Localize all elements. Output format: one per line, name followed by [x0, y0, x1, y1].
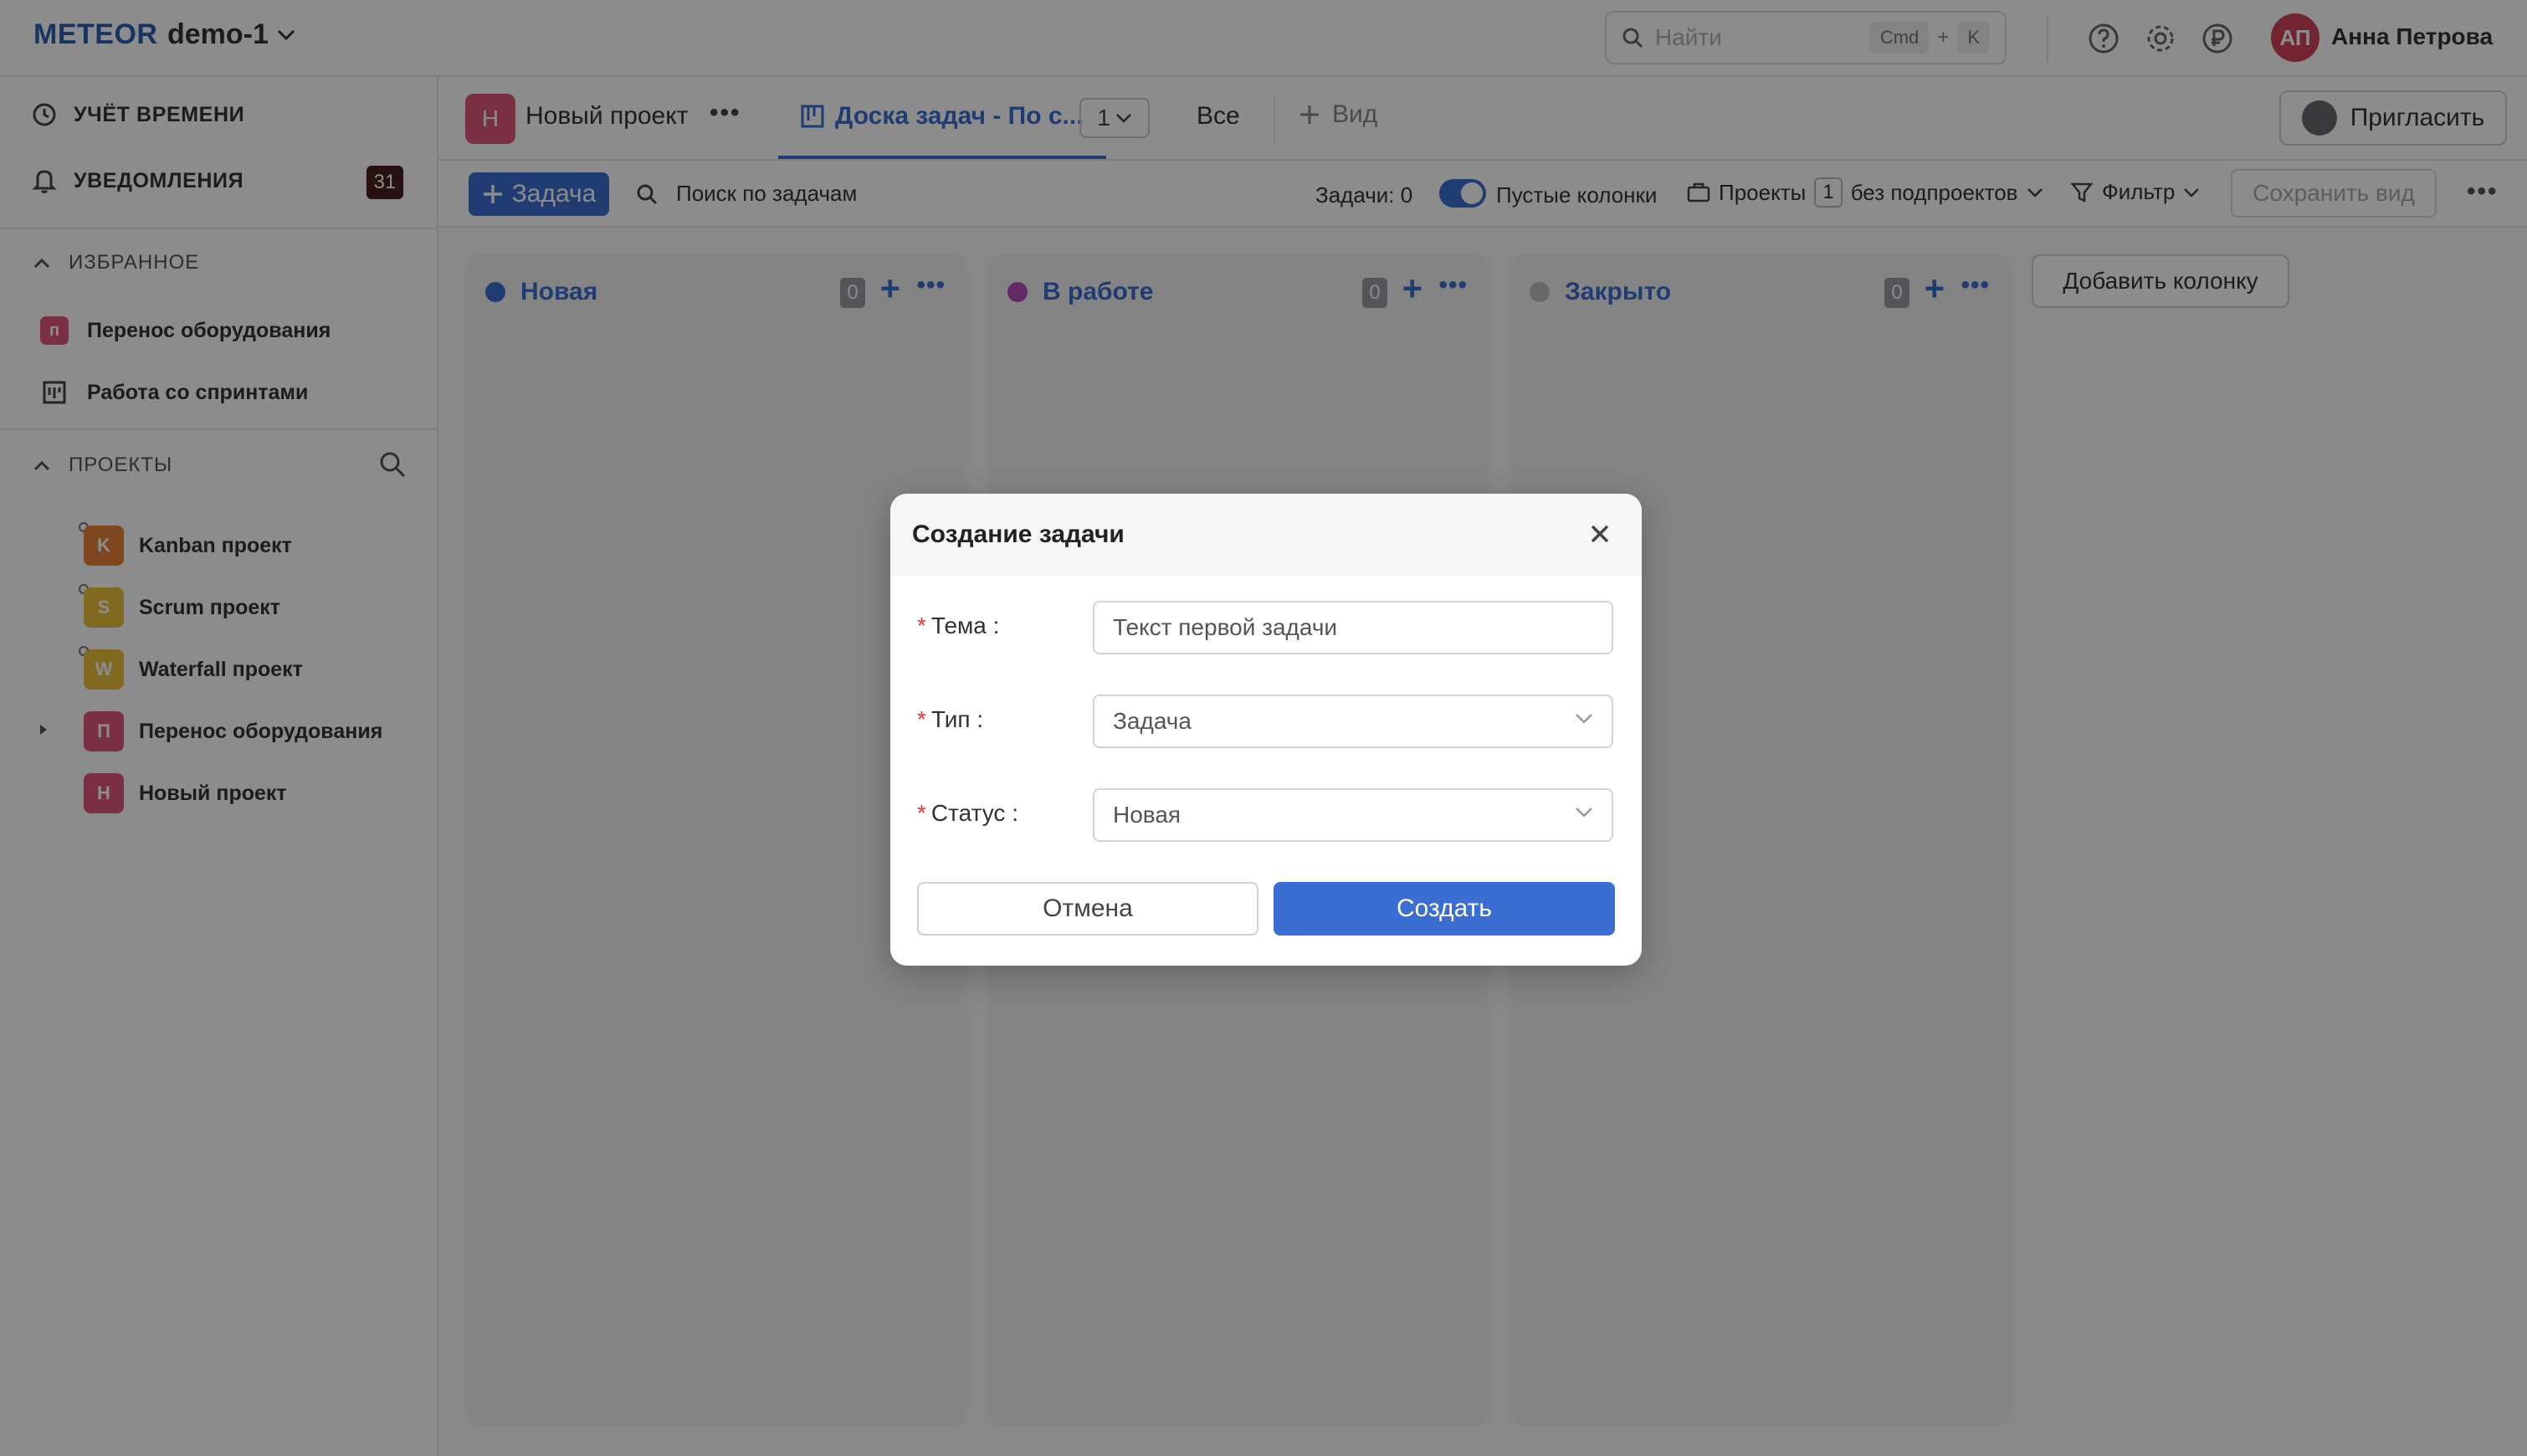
field-label-subject: * Тема : — [917, 613, 1000, 638]
status-value: Новая — [1113, 802, 1181, 828]
type-value: Задача — [1113, 708, 1192, 734]
dialog-title: Создание задачи — [912, 520, 1125, 548]
create-task-dialog: Создание задачи * Тема : Текст первой зад… — [890, 494, 1642, 966]
dialog-header: Создание задачи — [890, 494, 1642, 576]
close-icon[interactable] — [1583, 517, 1617, 551]
create-button[interactable]: Создать — [1274, 882, 1615, 936]
cancel-button[interactable]: Отмена — [917, 882, 1258, 936]
type-select[interactable]: Задача — [1093, 695, 1613, 748]
field-label-type: * Тип : — [917, 706, 984, 732]
chevron-down-icon — [1575, 713, 1593, 725]
chevron-down-icon — [1575, 807, 1593, 818]
subject-input[interactable]: Текст первой задачи — [1093, 601, 1613, 654]
field-label-status: * Статус : — [917, 800, 1018, 826]
status-select[interactable]: Новая — [1093, 788, 1613, 842]
subject-value: Текст первой задачи — [1113, 614, 1338, 640]
